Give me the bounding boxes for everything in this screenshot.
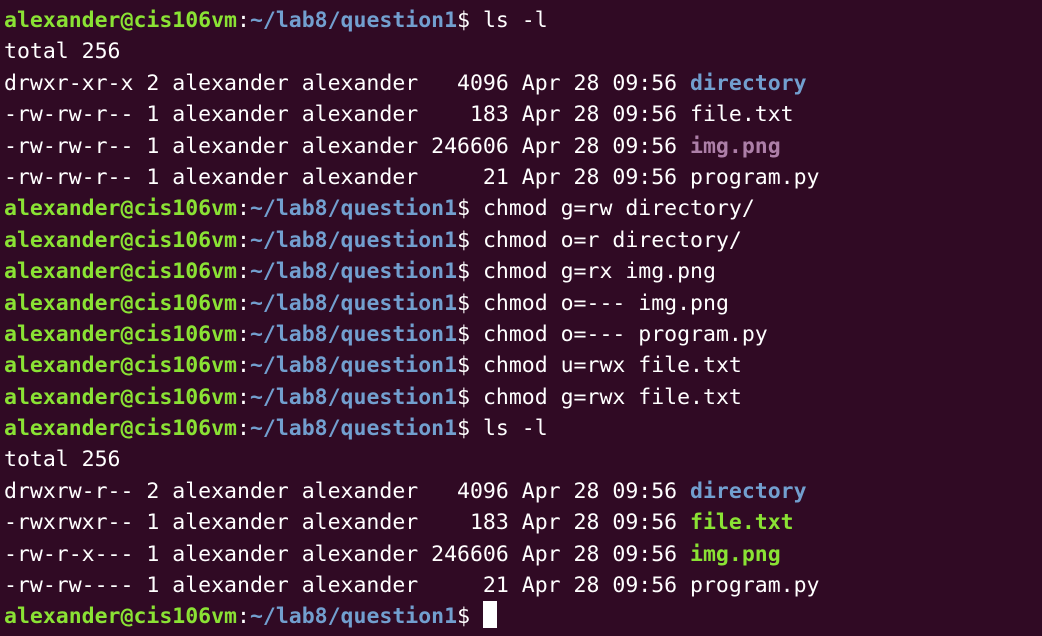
prompt-user-host: alexander@cis106vm (4, 290, 237, 316)
prompt-colon: : (237, 259, 250, 285)
listing-meta: -rw-rw-r-- 1 alexander alexander 21 Apr … (4, 164, 691, 190)
prompt-path: ~/lab8/question1 (249, 321, 458, 347)
listing-row: -rw-rw-r-- 1 alexander alexander 246606 … (4, 131, 1042, 162)
command-text: ls -l (482, 8, 548, 33)
prompt-dollar: $ (457, 353, 483, 379)
prompt-colon: : (237, 227, 250, 253)
prompt-dollar: $ (457, 196, 483, 222)
prompt-line: alexander@cis106vm:~/lab8/question1$ chm… (4, 256, 1042, 287)
prompt-line: alexander@cis106vm:~/lab8/question1$ chm… (4, 193, 1042, 224)
listing-meta: -rw-rw-r-- 1 alexander alexander 246606 … (4, 133, 691, 159)
prompt-user-host: alexander@cis106vm (4, 196, 237, 222)
prompt-dollar: $ (457, 8, 483, 33)
listing-filename: file.txt (690, 102, 794, 128)
prompt-colon: : (237, 290, 250, 316)
prompt-user-host: alexander@cis106vm (4, 416, 237, 442)
command-text: chmod g=rw directory/ (482, 196, 755, 222)
listing-row: -rw-rw---- 1 alexander alexander 21 Apr … (4, 570, 1042, 601)
listing-filename: file.txt (690, 510, 794, 536)
prompt-path: ~/lab8/question1 (249, 8, 458, 33)
command-text: chmod g=rx img.png (482, 259, 716, 285)
prompt-dollar: $ (457, 227, 483, 253)
prompt-colon: : (237, 196, 250, 222)
listing-filename: program.py (690, 573, 820, 599)
output-line: total 256 (4, 444, 1042, 475)
command-text: ls -l (482, 416, 548, 442)
prompt-line: alexander@cis106vm:~/lab8/question1$ chm… (4, 288, 1042, 319)
listing-filename: img.png (690, 541, 781, 567)
prompt-dollar: $ (457, 290, 483, 316)
prompt-line: alexander@cis106vm:~/lab8/question1$ chm… (4, 382, 1042, 413)
prompt-colon: : (237, 416, 250, 442)
listing-row: -rw-rw-r-- 1 alexander alexander 183 Apr… (4, 99, 1042, 130)
prompt-user-host: alexander@cis106vm (4, 8, 237, 33)
prompt-line: alexander@cis106vm:~/lab8/question1$ chm… (4, 319, 1042, 350)
prompt-path: ~/lab8/question1 (249, 416, 458, 442)
prompt-dollar: $ (457, 604, 483, 630)
text-cursor[interactable] (482, 601, 497, 629)
prompt-line: alexander@cis106vm:~/lab8/question1$ ls … (4, 5, 1042, 36)
listing-meta: drwxr-xr-x 2 alexander alexander 4096 Ap… (4, 70, 691, 96)
output-text: total 256 (4, 39, 121, 65)
prompt-dollar: $ (457, 416, 483, 442)
prompt-path: ~/lab8/question1 (249, 196, 458, 222)
listing-filename: directory (690, 478, 807, 504)
terminal-window[interactable]: alexander@cis106vm:~/lab8/question1$ ls … (0, 0, 1042, 636)
prompt-path: ~/lab8/question1 (249, 604, 458, 630)
command-text: chmod o=r directory/ (482, 227, 742, 253)
prompt-user-host: alexander@cis106vm (4, 227, 237, 253)
prompt-path: ~/lab8/question1 (249, 384, 458, 410)
command-text: chmod g=rwx file.txt (482, 384, 742, 410)
prompt-path: ~/lab8/question1 (249, 227, 458, 253)
prompt-line: alexander@cis106vm:~/lab8/question1$ chm… (4, 350, 1042, 381)
listing-filename: img.png (690, 133, 781, 159)
prompt-dollar: $ (457, 259, 483, 285)
listing-meta: -rw-r-x--- 1 alexander alexander 246606 … (4, 541, 691, 567)
prompt-colon: : (237, 8, 250, 33)
listing-row: drwxrw-r-- 2 alexander alexander 4096 Ap… (4, 476, 1042, 507)
prompt-line: alexander@cis106vm:~/lab8/question1$ ls … (4, 413, 1042, 444)
prompt-dollar: $ (457, 321, 483, 347)
output-text: total 256 (4, 447, 121, 473)
prompt-colon: : (237, 384, 250, 410)
prompt-colon: : (237, 321, 250, 347)
output-line: total 256 (4, 36, 1042, 67)
command-text: chmod u=rwx file.txt (482, 353, 742, 379)
prompt-path: ~/lab8/question1 (249, 259, 458, 285)
command-text: chmod o=--- program.py (482, 321, 768, 347)
prompt-user-host: alexander@cis106vm (4, 259, 237, 285)
listing-filename: program.py (690, 164, 820, 190)
prompt-user-host: alexander@cis106vm (4, 604, 237, 630)
listing-row: -rw-r-x--- 1 alexander alexander 246606 … (4, 539, 1042, 570)
prompt-line: alexander@cis106vm:~/lab8/question1$ (4, 601, 1042, 632)
listing-meta: -rw-rw---- 1 alexander alexander 21 Apr … (4, 573, 691, 599)
prompt-dollar: $ (457, 384, 483, 410)
prompt-user-host: alexander@cis106vm (4, 321, 237, 347)
listing-meta: -rw-rw-r-- 1 alexander alexander 183 Apr… (4, 102, 691, 128)
prompt-user-host: alexander@cis106vm (4, 384, 237, 410)
prompt-line: alexander@cis106vm:~/lab8/question1$ chm… (4, 225, 1042, 256)
listing-meta: -rwxrwxr-- 1 alexander alexander 183 Apr… (4, 510, 691, 536)
command-text: chmod o=--- img.png (482, 290, 729, 316)
prompt-path: ~/lab8/question1 (249, 353, 458, 379)
prompt-path: ~/lab8/question1 (249, 290, 458, 316)
prompt-colon: : (237, 604, 250, 630)
listing-row: -rwxrwxr-- 1 alexander alexander 183 Apr… (4, 507, 1042, 538)
listing-filename: directory (690, 70, 807, 96)
listing-meta: drwxrw-r-- 2 alexander alexander 4096 Ap… (4, 478, 691, 504)
prompt-user-host: alexander@cis106vm (4, 353, 237, 379)
listing-row: -rw-rw-r-- 1 alexander alexander 21 Apr … (4, 162, 1042, 193)
listing-row: drwxr-xr-x 2 alexander alexander 4096 Ap… (4, 68, 1042, 99)
prompt-colon: : (237, 353, 250, 379)
